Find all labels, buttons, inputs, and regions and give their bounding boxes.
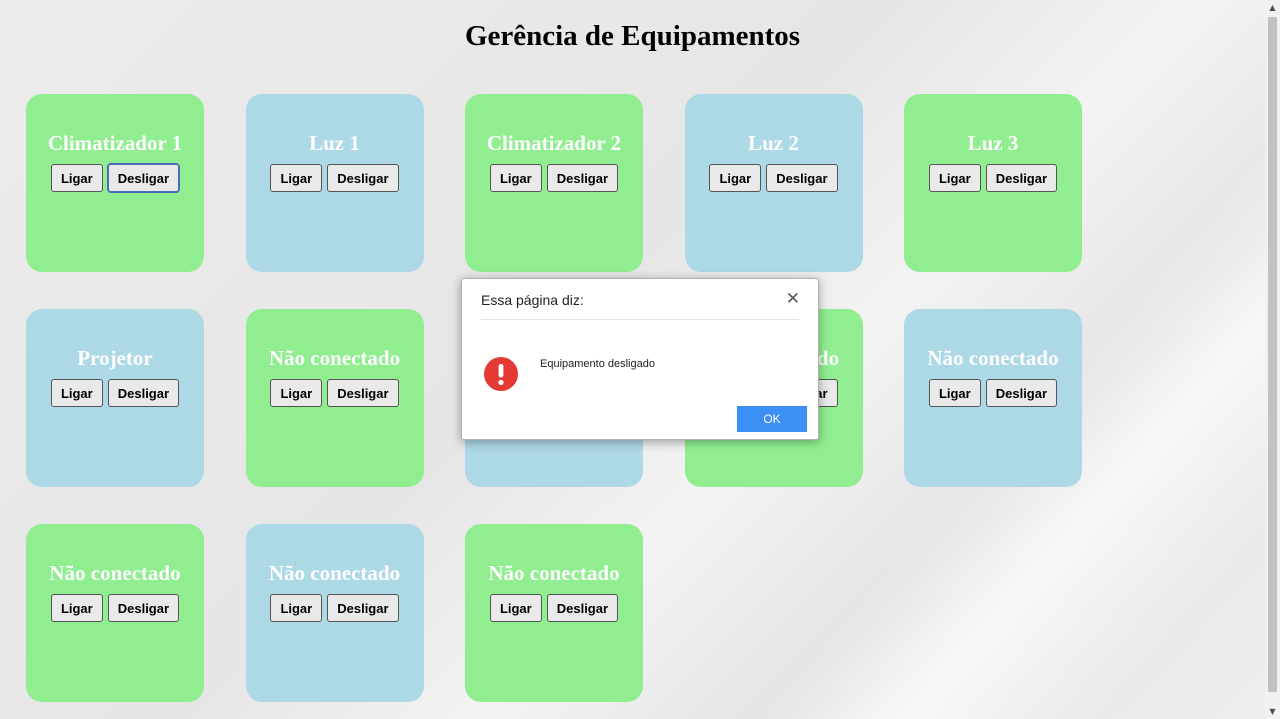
- turn-on-button[interactable]: Ligar: [270, 379, 323, 407]
- device-name: Climatizador 2: [486, 131, 622, 155]
- device-card: Não conectado LigarDesligar: [465, 524, 643, 702]
- device-controls: LigarDesligar: [246, 594, 424, 622]
- alert-dialog: Essa página diz: ✕ Equipamento desligado…: [461, 278, 819, 440]
- turn-off-button[interactable]: Desligar: [107, 379, 180, 407]
- turn-off-button[interactable]: Desligar: [106, 163, 181, 193]
- device-card: Não conectado LigarDesligar: [245, 524, 424, 702]
- device-card: Luz 2 Ligar Desligar: [684, 94, 863, 272]
- device-controls: LigarDesligar: [26, 163, 204, 193]
- scroll-down-arrow-icon[interactable]: ▼: [1265, 704, 1280, 719]
- device-controls: LigarDesligar: [904, 164, 1082, 192]
- device-controls: LigarDesligar: [26, 379, 204, 407]
- device-name: Não conectado: [927, 346, 1059, 370]
- dialog-message: Equipamento desligado: [540, 358, 655, 370]
- turn-on-button[interactable]: Ligar: [50, 379, 103, 407]
- turn-on-button[interactable]: Ligar: [50, 594, 103, 622]
- vertical-scrollbar[interactable]: ▲ ▼: [1265, 0, 1280, 719]
- turn-off-button[interactable]: Desligar: [327, 594, 399, 622]
- device-name: Luz 1: [309, 131, 360, 155]
- turn-off-button[interactable]: Desligar: [327, 379, 399, 407]
- device-controls: LigarDesligar: [246, 164, 424, 192]
- device-name: Não conectado: [268, 561, 401, 585]
- turn-on-button[interactable]: Ligar: [928, 164, 981, 192]
- turn-off-button[interactable]: Desligar: [985, 164, 1058, 192]
- turn-on-button[interactable]: Ligar: [270, 594, 323, 622]
- turn-off-button[interactable]: Desligar: [327, 164, 399, 192]
- dialog-divider: [481, 319, 799, 320]
- turn-off-button[interactable]: Desligar: [546, 164, 619, 192]
- ok-button[interactable]: OK: [737, 406, 807, 432]
- device-controls: LigarDesligar: [904, 379, 1082, 407]
- turn-off-button[interactable]: Desligar: [107, 594, 180, 622]
- device-card: Luz 3 Ligar Desligar: [904, 94, 1082, 272]
- device-card: Climatizador 2 Ligar Desligar: [465, 94, 643, 272]
- device-card: Não conectado LigarDesligar: [26, 524, 204, 702]
- turn-on-button[interactable]: Ligar: [50, 164, 103, 192]
- turn-on-button[interactable]: Ligar: [928, 379, 981, 407]
- turn-on-button[interactable]: Ligar: [270, 164, 323, 192]
- device-controls: LigarDesligar: [685, 164, 863, 192]
- error-icon: [484, 357, 518, 391]
- device-card: Climatizador 1 Ligar Desligar: [26, 94, 204, 272]
- device-controls: LigarDesligar: [246, 379, 424, 407]
- device-card: Não conectado LigarDesligar: [245, 309, 424, 487]
- device-name: Não conectado: [268, 346, 401, 370]
- device-name: Luz 3: [967, 131, 1019, 155]
- turn-on-button[interactable]: Ligar: [489, 594, 542, 622]
- turn-on-button[interactable]: Ligar: [709, 164, 762, 192]
- turn-off-button[interactable]: Desligar: [546, 594, 619, 622]
- turn-on-button[interactable]: Ligar: [489, 164, 542, 192]
- device-controls: LigarDesligar: [465, 594, 643, 622]
- turn-off-button[interactable]: Desligar: [985, 379, 1058, 407]
- device-name: Climatizador 1: [47, 131, 183, 155]
- dialog-title: Essa página diz:: [481, 292, 584, 308]
- scroll-up-arrow-icon[interactable]: ▲: [1265, 0, 1280, 15]
- device-card: Luz 1 Ligar Desligar: [245, 94, 424, 272]
- device-name: Não conectado: [49, 561, 181, 585]
- device-card: Projetor Ligar Desligar: [26, 309, 204, 487]
- page-title: Gerência de Equipamentos: [464, 20, 801, 52]
- device-name: Luz 2: [748, 131, 799, 155]
- device-controls: LigarDesligar: [26, 594, 204, 622]
- turn-off-button[interactable]: Desligar: [766, 164, 838, 192]
- scrollbar-thumb[interactable]: [1268, 17, 1277, 692]
- device-controls: LigarDesligar: [465, 164, 643, 192]
- close-icon[interactable]: ✕: [786, 290, 800, 308]
- device-name: Projetor: [77, 346, 153, 370]
- device-card: Não conectado LigarDesligar: [904, 309, 1082, 487]
- device-name: Não conectado: [488, 561, 620, 585]
